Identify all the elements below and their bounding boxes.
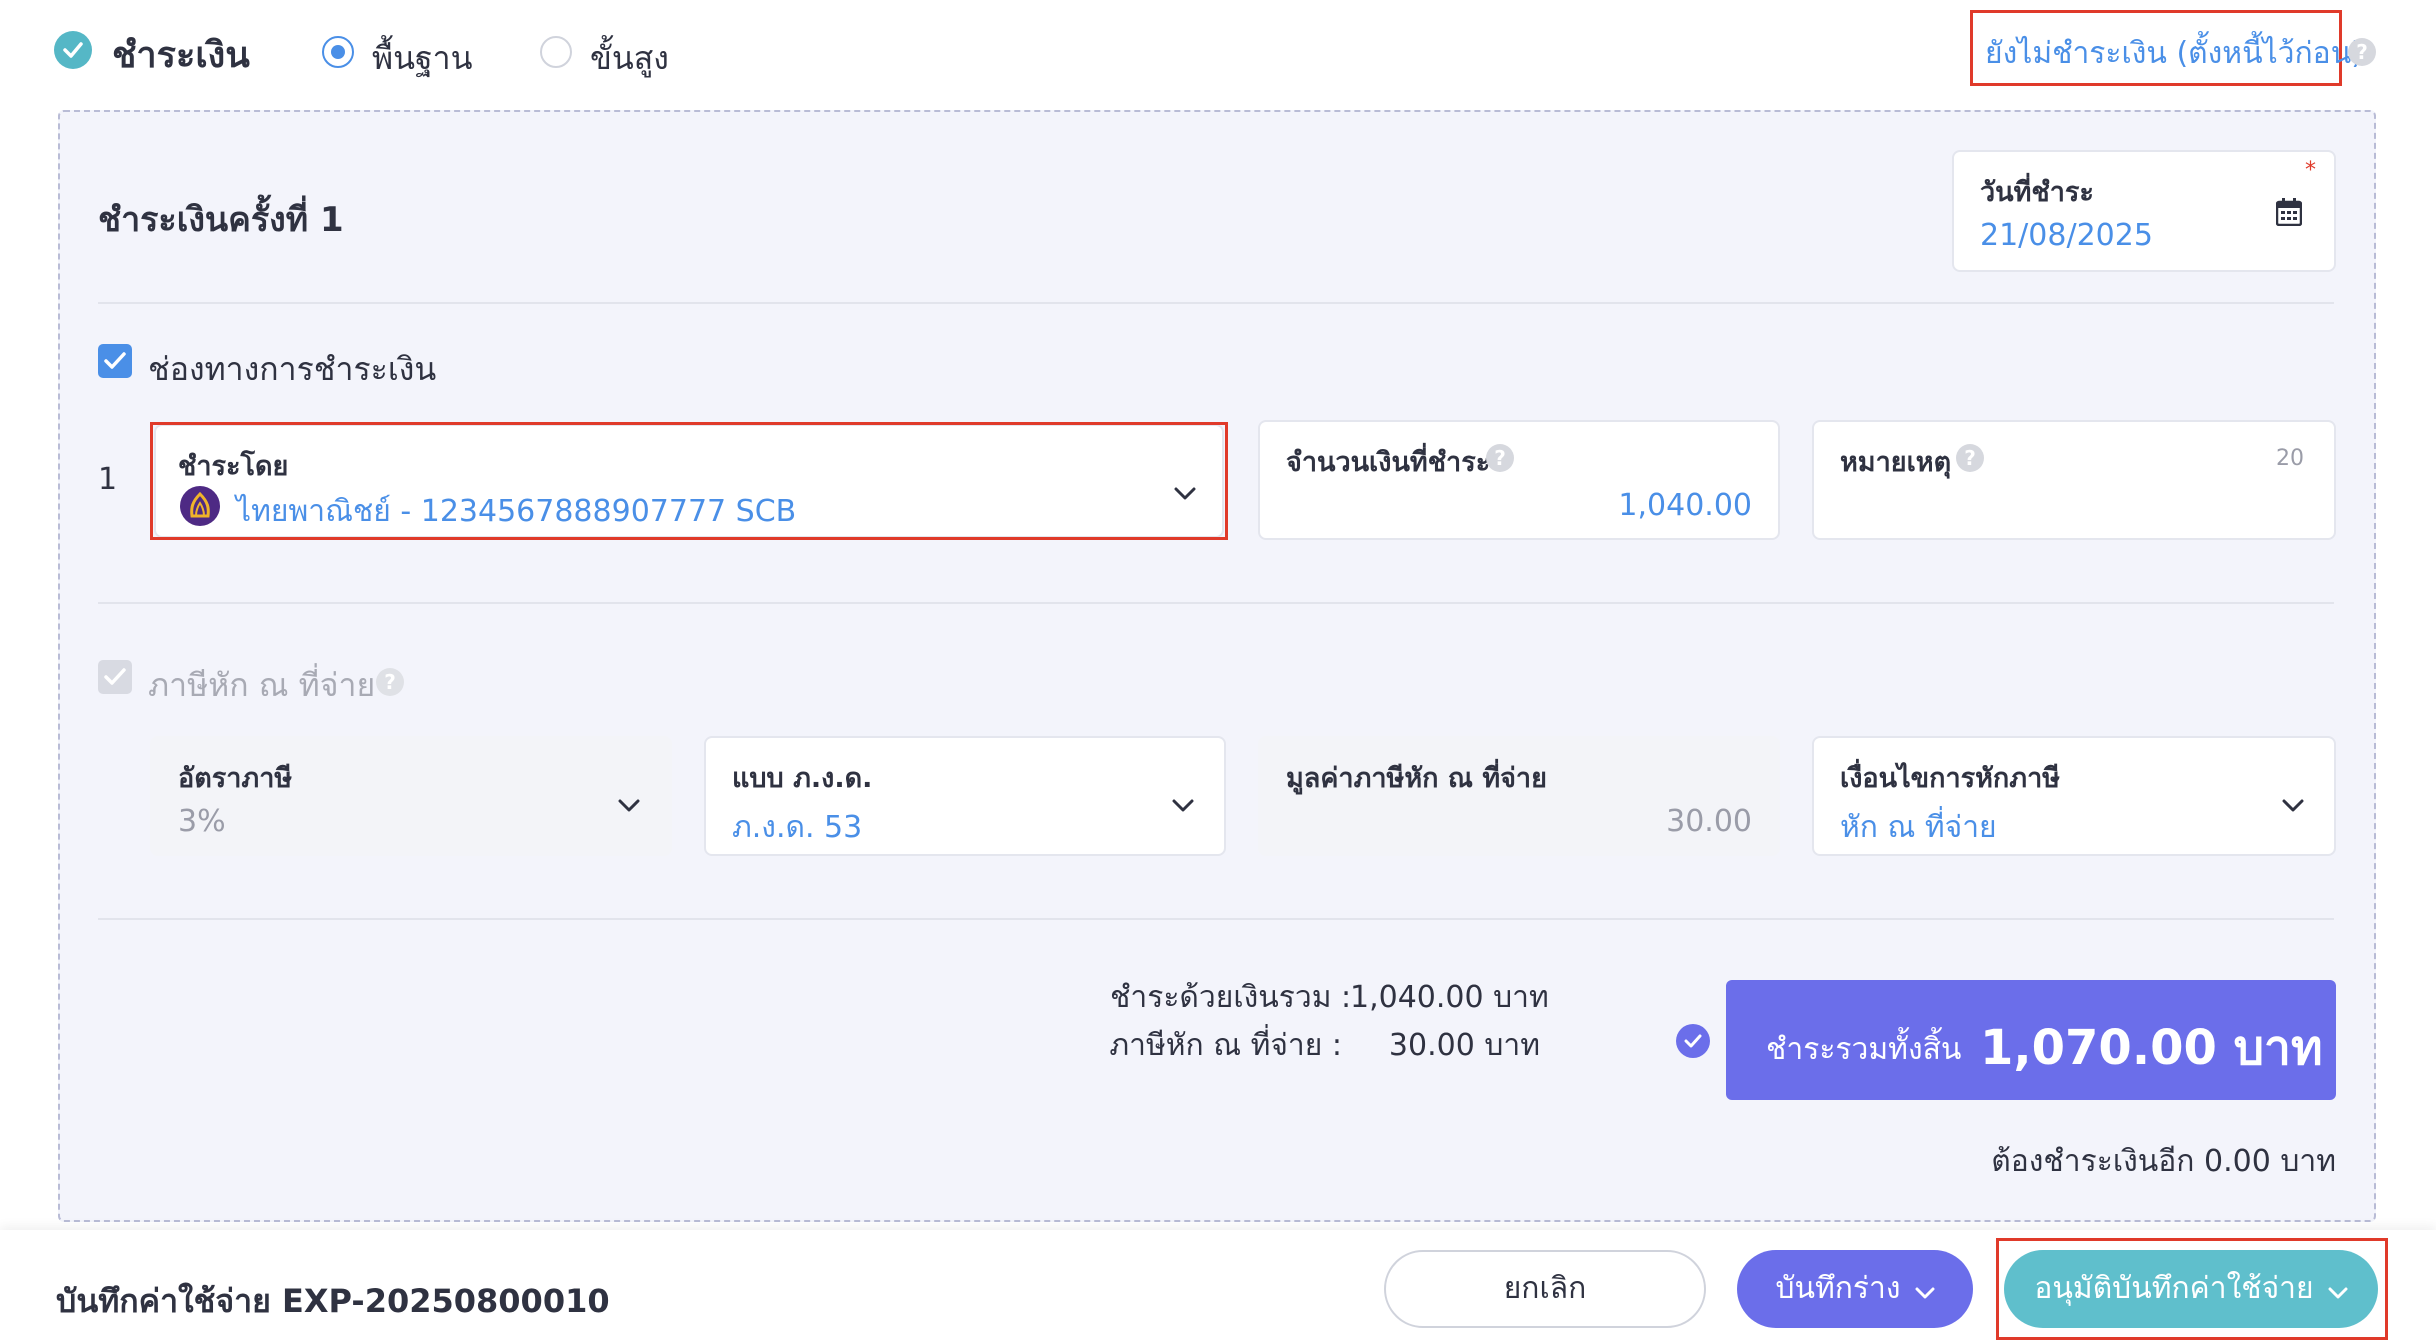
- chevron-down-icon[interactable]: [1172, 798, 1194, 817]
- channel-checkbox-label: ช่องทางการชำระเงิน: [148, 350, 437, 388]
- payment-date-field[interactable]: วันที่ชำระ 21/08/2025 *: [1952, 150, 2336, 272]
- tax-amount-label: มูลค่าภาษีหัก ณ ที่จ่าย: [1286, 763, 1547, 794]
- note-label: หมายเหตุ: [1840, 447, 1952, 478]
- tax-rate-select: อัตราภาษี 3%: [150, 736, 672, 856]
- tax-form-label: แบบ ภ.ง.ด.: [732, 763, 873, 794]
- tax-form-select[interactable]: แบบ ภ.ง.ด. ภ.ง.ด. 53: [704, 736, 1226, 856]
- tax-condition-label: เงื่อนไขการหักภาษี: [1840, 763, 2061, 794]
- date-label: วันที่ชำระ: [1980, 177, 2094, 208]
- note-field[interactable]: หมายเหตุ ? 20: [1812, 420, 2336, 540]
- tax-amount-value: 30.00: [1666, 804, 1752, 839]
- channel-checkbox[interactable]: [98, 344, 132, 378]
- total-label: ชำระรวมทั้งสิ้น: [1766, 1032, 1962, 1067]
- note-char-counter: 20: [2276, 446, 2304, 471]
- radio-advanced[interactable]: [540, 36, 572, 68]
- radio-advanced-label[interactable]: ขั้นสูง: [590, 33, 669, 84]
- cancel-button-label: ยกเลิก: [1503, 1271, 1587, 1306]
- chevron-down-icon: [1915, 1251, 1935, 1329]
- total-summary-banner: ชำระรวมทั้งสิ้น 1,070.00 บาท: [1726, 980, 2336, 1100]
- chevron-down-icon: [618, 798, 640, 817]
- divider: [98, 302, 2334, 304]
- footer-title: บันทึกค่าใช้จ่าย EXP-20250800010: [56, 1282, 610, 1320]
- row-number: 1: [98, 462, 118, 497]
- unpaid-link[interactable]: ยังไม่ชำระเงิน (ตั้งหนี้ไว้ก่อน): [1985, 30, 2363, 77]
- radio-basic[interactable]: [322, 36, 354, 68]
- date-value: 21/08/2025: [1980, 218, 2153, 253]
- question-circle-icon[interactable]: ?: [1956, 444, 1984, 472]
- highlight-box-pay-by: [150, 422, 1228, 540]
- withholding-checkbox-label: ภาษีหัก ณ ที่จ่าย: [148, 666, 376, 704]
- tax-rate-value: 3%: [178, 804, 226, 839]
- tax-condition-select[interactable]: เงื่อนไขการหักภาษี หัก ณ ที่จ่าย: [1812, 736, 2336, 856]
- cancel-button[interactable]: ยกเลิก: [1384, 1250, 1706, 1328]
- amount-label: จำนวนเงินที่ชำระ: [1286, 447, 1491, 478]
- total-amount: 1,070.00 บาท: [1980, 1020, 2323, 1076]
- save-draft-button[interactable]: บันทึกร่าง: [1737, 1250, 1973, 1328]
- summary-wht-value: 30.00 บาท: [1388, 1028, 1540, 1063]
- section-title: ชำระเงินครั้งที่ 1: [98, 200, 344, 240]
- amount-value: 1,040.00: [1618, 488, 1752, 523]
- highlight-box-approve: [1996, 1238, 2388, 1340]
- check-circle-icon: [1676, 1024, 1710, 1058]
- summary-cash-value: 1,040.00 บาท: [1350, 980, 1549, 1015]
- summary-cash-label: ชำระด้วยเงินรวม :: [1110, 980, 1352, 1015]
- tax-condition-value: หัก ณ ที่จ่าย: [1840, 810, 1997, 845]
- check-circle-icon: [54, 31, 92, 69]
- summary-wht-label: ภาษีหัก ณ ที่จ่าย :: [1109, 1028, 1342, 1063]
- divider: [98, 918, 2334, 920]
- required-asterisk: *: [2305, 158, 2316, 183]
- amount-field[interactable]: จำนวนเงินที่ชำระ ? 1,040.00: [1258, 420, 1780, 540]
- question-circle-icon[interactable]: ?: [2348, 38, 2376, 66]
- withholding-checkbox: [98, 660, 132, 694]
- calendar-icon[interactable]: [2275, 198, 2303, 230]
- divider: [98, 602, 2334, 604]
- chevron-down-icon[interactable]: [2282, 798, 2304, 817]
- tax-rate-label: อัตราภาษี: [178, 763, 293, 794]
- radio-basic-label[interactable]: พื้นฐาน: [372, 33, 472, 84]
- remaining-amount: ต้องชำระเงินอีก 0.00 บาท: [1991, 1144, 2336, 1179]
- question-circle-icon[interactable]: ?: [1486, 444, 1514, 472]
- tax-amount-field: มูลค่าภาษีหัก ณ ที่จ่าย 30.00: [1258, 736, 1780, 856]
- question-circle-icon[interactable]: ?: [376, 668, 404, 696]
- payment-title: ชำระเงิน: [112, 35, 250, 76]
- tax-form-value: ภ.ง.ด. 53: [732, 810, 863, 845]
- save-draft-label: บันทึกร่าง: [1775, 1271, 1901, 1306]
